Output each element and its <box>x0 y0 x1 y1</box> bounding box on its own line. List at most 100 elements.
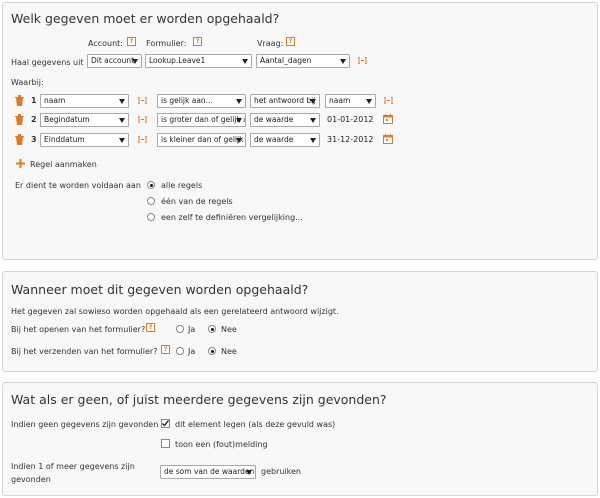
rule-operator-select[interactable]: is kleiner dan of gelijk a <box>157 133 246 147</box>
option-eigen-vergelijking: een zelf te definiëren vergelijking... <box>161 213 303 222</box>
account-select[interactable]: Dit account <box>87 54 142 68</box>
on-send-nee-label: Nee <box>221 347 237 356</box>
panel-which-data: Welk gegeven moet er worden opgehaald? A… <box>2 2 598 260</box>
option-een-van-de-regels: één van de regels <box>161 197 233 206</box>
rule-type-select[interactable]: de waarde <box>250 113 320 127</box>
rule-field-value: Einddatum <box>44 135 85 144</box>
radio-een-van-de-regels[interactable] <box>147 197 155 205</box>
radio-alle-regels[interactable] <box>147 181 155 189</box>
account-select-value: Dit account <box>91 56 135 65</box>
rule-type-select[interactable]: de waarde <box>250 133 320 147</box>
trash-icon[interactable] <box>15 114 24 125</box>
rule-operator-value: is gelijk aan... <box>161 96 213 105</box>
help-icon-vraag[interactable]: ? <box>286 37 295 46</box>
aggregate-select[interactable]: de som van de waarden <box>160 465 256 479</box>
variable-icon[interactable] <box>138 116 147 123</box>
variable-icon[interactable] <box>138 97 147 104</box>
vraag-select[interactable]: Aantal_dagen <box>256 54 350 68</box>
label-waarbij: Waarbij: <box>11 78 44 87</box>
section-title-which-data: Welk gegeven moet er worden opgehaald? <box>11 11 280 26</box>
variable-icon[interactable] <box>384 97 393 104</box>
panel-none-or-multiple: Wat als er geen, of juist meerdere gegev… <box>2 382 598 496</box>
label-condition: Er dient te worden voldaan aan <box>15 181 141 190</box>
help-icon-account[interactable]: ? <box>127 37 136 46</box>
info-text: Het gegeven zal sowieso worden opgehaald… <box>11 307 339 316</box>
label-vraag: Vraag: <box>257 39 284 48</box>
label-multiple-found-1: Indien 1 of meer gegevens zijn <box>11 462 135 471</box>
help-icon-formulier[interactable]: ? <box>193 37 202 46</box>
option-show-error: toon een (fout)melding <box>175 440 268 449</box>
aggregate-select-value: de som van de waarden <box>164 467 255 476</box>
trash-icon[interactable] <box>15 134 24 145</box>
rule-operator-value: is kleiner dan of gelijk a <box>161 135 246 144</box>
rule-field-select[interactable]: naam <box>40 94 129 108</box>
help-icon-on-send[interactable]: ? <box>161 345 170 354</box>
help-icon-on-open[interactable]: ? <box>146 323 155 332</box>
label-on-send: Bij het verzenden van het formulier? <box>11 347 158 356</box>
plus-icon <box>16 159 25 168</box>
chevron-down-icon <box>119 138 125 143</box>
formulier-select-value: Lookup.Leave1 <box>149 56 206 65</box>
panel-when-fetch: Wanneer moet dit gegeven worden opgehaal… <box>2 271 598 372</box>
calendar-icon[interactable] <box>383 114 393 124</box>
rule-field-value: naam <box>44 96 66 105</box>
section-title-when-fetch: Wanneer moet dit gegeven worden opgehaal… <box>11 282 309 297</box>
option-alle-regels: alle regels <box>161 181 203 190</box>
chevron-down-icon <box>236 138 242 143</box>
vraag-select-value: Aantal_dagen <box>260 56 312 65</box>
chevron-down-icon <box>236 99 242 104</box>
variable-icon[interactable] <box>358 57 367 64</box>
rule-field-select[interactable]: Begindatum <box>40 113 129 127</box>
rule-type-value: de waarde <box>254 115 294 124</box>
trash-icon[interactable] <box>15 95 24 106</box>
chevron-down-icon <box>310 118 316 123</box>
chevron-down-icon <box>119 118 125 123</box>
chevron-down-icon <box>366 99 372 104</box>
formulier-select[interactable]: Lookup.Leave1 <box>145 54 252 68</box>
calendar-icon[interactable] <box>383 134 393 144</box>
rule-type-value: de waarde <box>254 135 294 144</box>
label-multiple-found-2: gevonden <box>11 475 51 484</box>
radio-eigen-vergelijking[interactable] <box>147 213 155 221</box>
label-account: Account: <box>88 39 123 48</box>
rule-number: 1 <box>31 96 37 105</box>
label-haal-gegevens: Haal gegevens uit <box>11 58 84 67</box>
on-send-ja-label: Ja <box>188 347 196 356</box>
chevron-down-icon <box>246 470 252 475</box>
chevron-down-icon <box>242 59 248 64</box>
option-clear-element: dit element legen (als deze gevuld was) <box>175 420 336 429</box>
add-rule-label: Regel aanmaken <box>30 160 97 169</box>
label-gebruiken: gebruiken <box>261 467 301 476</box>
rule-operator-select[interactable]: is gelijk aan... <box>157 94 246 108</box>
radio-on-open-ja[interactable] <box>176 325 184 333</box>
chevron-down-icon <box>119 99 125 104</box>
chevron-down-icon <box>310 99 316 104</box>
rule-type-select[interactable]: het antwoord bij <box>250 94 320 108</box>
rule-value-input[interactable]: 01-01-2012 <box>327 113 374 127</box>
rule-number: 3 <box>31 135 37 144</box>
rule-field-value: Begindatum <box>44 115 90 124</box>
chevron-down-icon <box>310 138 316 143</box>
rule-value-input[interactable]: 31-12-2012 <box>327 133 374 147</box>
chevron-down-icon <box>132 59 138 64</box>
radio-on-send-nee[interactable] <box>208 347 216 355</box>
rule-operator-select[interactable]: is groter dan of gelijk a <box>157 113 246 127</box>
label-formulier: Formulier: <box>146 39 187 48</box>
checkbox-clear-element[interactable] <box>161 419 170 428</box>
chevron-down-icon <box>236 118 242 123</box>
checkmark-icon <box>162 420 170 427</box>
rule-number: 2 <box>31 115 37 124</box>
rule-field-select[interactable]: Einddatum <box>40 133 129 147</box>
rule-operator-value: is groter dan of gelijk a <box>161 115 246 124</box>
rule-value-select[interactable]: naam <box>325 94 376 108</box>
radio-on-open-nee[interactable] <box>208 325 216 333</box>
label-none-found: Indien geen gegevens zijn gevonden <box>11 420 159 429</box>
variable-icon[interactable] <box>138 136 147 143</box>
section-title-none-or-multiple: Wat als er geen, of juist meerdere gegev… <box>11 392 387 407</box>
rule-value-value: naam <box>329 96 351 105</box>
checkbox-show-error[interactable] <box>161 439 170 448</box>
on-open-ja-label: Ja <box>188 325 196 334</box>
chevron-down-icon <box>340 59 346 64</box>
on-open-nee-label: Nee <box>221 325 237 334</box>
radio-on-send-ja[interactable] <box>176 347 184 355</box>
